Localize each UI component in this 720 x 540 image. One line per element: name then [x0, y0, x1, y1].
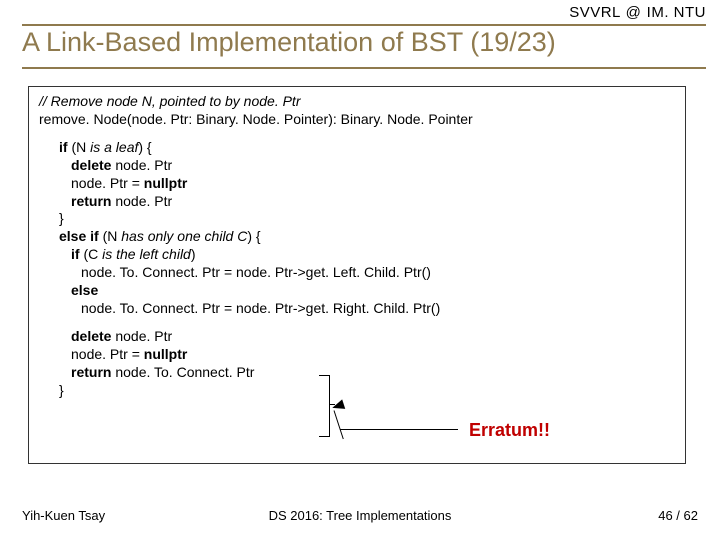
code-text: node. To. Connect. Ptr [111, 364, 254, 380]
code-line: return node. Ptr [71, 193, 675, 211]
arrow-line [340, 429, 458, 430]
slide-header: SVVRL @ IM. NTU A Link-Based Implementat… [0, 0, 720, 72]
kw-return: return [71, 364, 111, 380]
kw-else: else [71, 282, 98, 298]
org-name: IM. NTU [647, 4, 706, 21]
kw-delete: delete [71, 328, 111, 344]
code-line: else [71, 282, 675, 300]
code-line: node. Ptr = nullptr [71, 175, 675, 193]
arrow-head-icon [331, 399, 346, 412]
code-text: node. Ptr [111, 193, 172, 209]
kw-delete: delete [71, 157, 111, 173]
code-line: if (C is the left child) [71, 246, 675, 264]
code-text: node. Ptr [111, 328, 172, 344]
code-line: } [59, 382, 675, 400]
code-line: if (N is a leaf) { [59, 139, 675, 157]
kw-nullptr: nullptr [144, 175, 188, 191]
code-line: else if (N has only one child C) { [59, 228, 675, 246]
code-box: // Remove node N, pointed to by node. Pt… [28, 86, 686, 464]
code-comment: // Remove node N, pointed to by node. Pt… [39, 93, 675, 111]
code-line: delete node. Ptr [71, 328, 675, 346]
code-italic: is the left child [102, 246, 191, 262]
code-text: node. Ptr = [71, 346, 144, 362]
code-text: (C [80, 246, 103, 262]
erratum-label: Erratum!! [469, 419, 550, 442]
kw-elseif: else if [59, 228, 99, 244]
arrow-slant [334, 410, 344, 439]
footer-page: 46 / 62 [658, 508, 698, 523]
kw-nullptr: nullptr [144, 346, 188, 362]
code-text: (N [68, 139, 91, 155]
code-signature: remove. Node(node. Ptr: Binary. Node. Po… [39, 111, 675, 129]
code-block-comment: // Remove node N, pointed to by node. Pt… [39, 93, 675, 129]
at-symbol: @ [625, 4, 642, 21]
code-line: delete node. Ptr [71, 157, 675, 175]
code-text: node. Ptr [111, 157, 172, 173]
code-line: node. Ptr = nullptr [71, 346, 675, 364]
code-block-if: if (N is a leaf) { delete node. Ptr node… [59, 139, 675, 318]
kw-if: if [71, 246, 80, 262]
rule-bottom [22, 67, 706, 69]
code-line: } [59, 210, 675, 228]
code-text: ) { [247, 228, 260, 244]
code-italic: is a leaf [90, 139, 138, 155]
code-text: node. Ptr = [71, 175, 144, 191]
code-text: ) [191, 246, 196, 262]
code-line: return node. To. Connect. Ptr [71, 364, 675, 382]
bracket-annotation [319, 375, 330, 437]
kw-return: return [71, 193, 111, 209]
slide-footer: Yih-Kuen Tsay DS 2016: Tree Implementati… [0, 508, 720, 528]
code-text: ) { [138, 139, 151, 155]
code-line: node. To. Connect. Ptr = node. Ptr->get.… [81, 300, 675, 318]
code-italic: has only one child C [121, 228, 247, 244]
rule-top [22, 24, 706, 26]
code-block-tail: delete node. Ptr node. Ptr = nullptr ret… [59, 328, 675, 400]
kw-if: if [59, 139, 68, 155]
lab-name: SVVRL [569, 4, 620, 21]
slide-title: A Link-Based Implementation of BST (19/2… [22, 27, 556, 58]
code-line: node. To. Connect. Ptr = node. Ptr->get.… [81, 264, 675, 282]
header-affiliation: SVVRL @ IM. NTU [569, 4, 706, 21]
footer-course: DS 2016: Tree Implementations [0, 508, 720, 523]
code-text: (N [99, 228, 122, 244]
